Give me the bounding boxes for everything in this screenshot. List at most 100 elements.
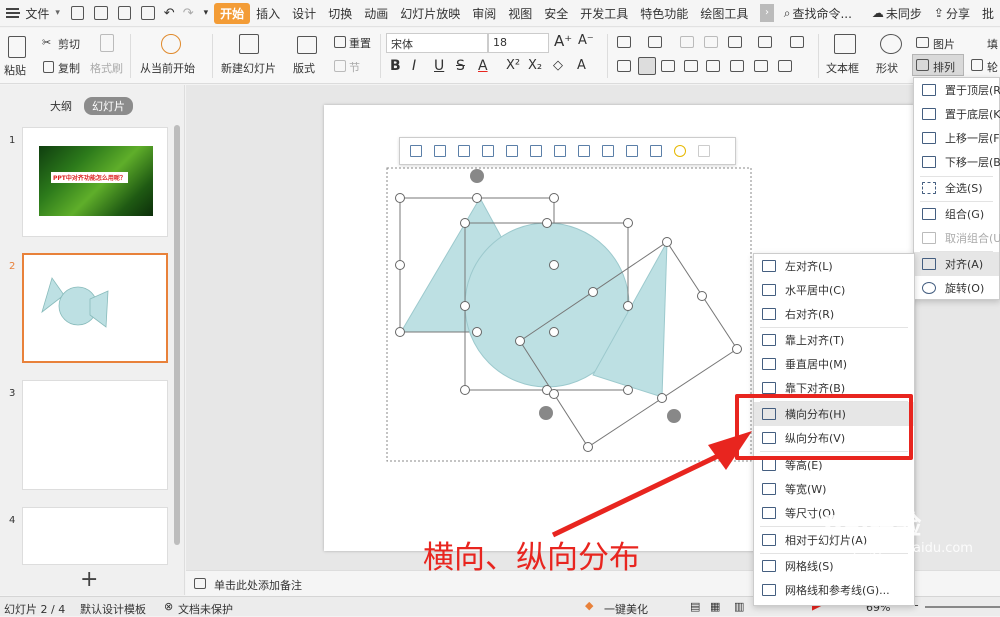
beautify-icon[interactable]: ◆ <box>585 599 593 612</box>
menu-align-left[interactable]: 左对齐(L) <box>754 254 914 278</box>
play-icon[interactable] <box>161 34 181 54</box>
menu-grid-and-guides[interactable]: 网格线和参考线(G)... <box>754 578 914 602</box>
tab-drawing-tools[interactable]: 绘图工具 <box>694 5 754 22</box>
tab-slideshow[interactable]: 幻灯片放映 <box>394 5 466 22</box>
group-icon[interactable] <box>645 140 667 162</box>
align-top-icon[interactable] <box>477 140 499 162</box>
tab-view[interactable]: 视图 <box>502 5 538 22</box>
arrange-button[interactable]: 排列 <box>933 59 955 75</box>
save-icon[interactable] <box>70 6 85 20</box>
superscript-icon[interactable]: X² <box>506 58 520 73</box>
font-shrink-icon[interactable]: A⁻ <box>578 33 594 48</box>
menu-bring-forward[interactable]: 上移一层(F) <box>914 126 1000 150</box>
thumbnail-scrollbar[interactable] <box>174 125 180 545</box>
play-from-current-button[interactable]: 从当前开始 <box>140 60 195 76</box>
italic-icon[interactable]: I <box>412 58 416 74</box>
picture-icon[interactable] <box>916 37 929 48</box>
align-left-icon[interactable] <box>405 140 427 162</box>
outline-icon[interactable] <box>971 59 983 71</box>
smartart-icon[interactable] <box>778 60 792 72</box>
new-slide-icon[interactable] <box>239 34 259 54</box>
underline-icon[interactable]: U <box>434 58 444 74</box>
column-icon[interactable] <box>730 60 744 72</box>
bold-icon[interactable]: B <box>390 58 401 74</box>
customize-icon[interactable]: ▾ <box>204 8 209 18</box>
font-grow-icon[interactable]: A⁺ <box>554 32 572 50</box>
reset-icon[interactable] <box>334 36 346 48</box>
file-menu[interactable]: 文件 <box>19 5 55 22</box>
section-button[interactable]: 节 <box>349 59 360 75</box>
cut-button[interactable]: 剪切 <box>58 36 80 52</box>
doc-protect-status[interactable]: 文档未保护 <box>178 601 233 617</box>
cloud-icon[interactable]: ☁ <box>872 6 884 20</box>
format-painter-button[interactable]: 格式刷 <box>90 60 123 76</box>
font-size-select[interactable]: 18 <box>488 33 549 53</box>
font-name-select[interactable]: 宋体 <box>386 33 488 53</box>
copy-button[interactable]: 复制 <box>58 60 80 76</box>
strikethrough-icon[interactable]: S <box>456 58 465 74</box>
shape-button[interactable]: 形状 <box>876 60 898 76</box>
format-painter-icon[interactable] <box>100 34 114 52</box>
line-spacing-icon[interactable] <box>728 36 742 48</box>
menu-align-center[interactable]: 水平居中(C) <box>754 278 914 302</box>
chevron-down-icon[interactable]: ▾ <box>55 8 60 18</box>
zoom-slider[interactable] <box>925 606 1000 608</box>
justify-icon[interactable] <box>684 60 698 72</box>
preview-icon[interactable] <box>141 6 155 20</box>
textbox-icon[interactable] <box>834 34 856 54</box>
numbered-list-icon[interactable] <box>648 36 662 48</box>
cut-icon[interactable]: ✂ <box>42 36 51 49</box>
align-right-icon[interactable] <box>661 60 675 72</box>
tab-home[interactable]: 开始 <box>214 2 251 24</box>
crop-icon[interactable] <box>621 140 643 162</box>
slide-thumbnail-2[interactable] <box>22 253 168 363</box>
align-left-icon[interactable] <box>617 60 631 72</box>
layout-button[interactable]: 版式 <box>293 60 315 76</box>
tab-design[interactable]: 设计 <box>286 5 322 22</box>
distribute-grid-icon[interactable] <box>597 140 619 162</box>
slide-thumbnail-3[interactable] <box>22 380 168 490</box>
menu-select-all[interactable]: 全选(S) <box>914 176 999 200</box>
arrange-icon[interactable] <box>916 59 929 71</box>
distribute-h-icon[interactable] <box>549 140 571 162</box>
menu-align[interactable]: 对齐(A) <box>914 252 999 276</box>
textbox-button[interactable]: 文本框 <box>826 60 859 76</box>
decrease-indent-icon[interactable] <box>680 36 694 48</box>
menu-align-right[interactable]: 右对齐(R) <box>754 302 914 326</box>
hamburger-icon[interactable] <box>6 8 20 18</box>
tab-developer[interactable]: 开发工具 <box>574 5 634 22</box>
share-button[interactable]: 分享 <box>944 5 976 22</box>
section-icon[interactable] <box>334 60 346 72</box>
menu-rotate[interactable]: 旋转(O) <box>914 276 999 300</box>
command-search[interactable]: 查找命令... <box>790 5 857 22</box>
align-right-icon[interactable] <box>453 140 475 162</box>
tab-animation[interactable]: 动画 <box>358 5 394 22</box>
tab-security[interactable]: 安全 <box>538 5 574 22</box>
paste-icon[interactable] <box>8 36 26 58</box>
tab-transition[interactable]: 切换 <box>322 5 358 22</box>
lightbulb-icon[interactable] <box>669 140 691 162</box>
undo-icon[interactable]: ↶ <box>164 6 175 21</box>
more-tabs-icon[interactable]: › <box>760 4 774 22</box>
menu-group[interactable]: 组合(G) <box>914 202 999 226</box>
tab-features[interactable]: 特色功能 <box>634 5 694 22</box>
text-align-v-icon[interactable] <box>754 60 768 72</box>
beautify-button[interactable]: 一键美化 <box>604 601 648 617</box>
tab-outline[interactable]: 大纲 <box>50 98 72 114</box>
increase-indent-icon[interactable] <box>704 36 718 48</box>
menu-send-backward[interactable]: 下移一层(B) <box>914 150 1000 174</box>
menu-align-top[interactable]: 靠上对齐(T) <box>754 328 914 352</box>
reset-button[interactable]: 重置 <box>349 35 371 51</box>
format-icon[interactable] <box>94 6 108 20</box>
add-slide-button[interactable]: + <box>80 569 98 591</box>
align-bottom-icon[interactable] <box>525 140 547 162</box>
new-slide-button[interactable]: 新建幻灯片 <box>221 60 276 76</box>
clear-format-icon[interactable]: ◇ <box>553 58 563 73</box>
print-icon[interactable] <box>117 6 132 20</box>
view-reading-icon[interactable]: ▥ <box>734 600 744 613</box>
align-center-icon[interactable] <box>638 57 656 75</box>
font-color-icon[interactable]: A <box>478 58 488 74</box>
distribute-icon[interactable] <box>706 60 720 72</box>
outline-button[interactable]: 轮 <box>987 59 998 75</box>
menu-align-middle[interactable]: 垂直居中(M) <box>754 352 914 376</box>
